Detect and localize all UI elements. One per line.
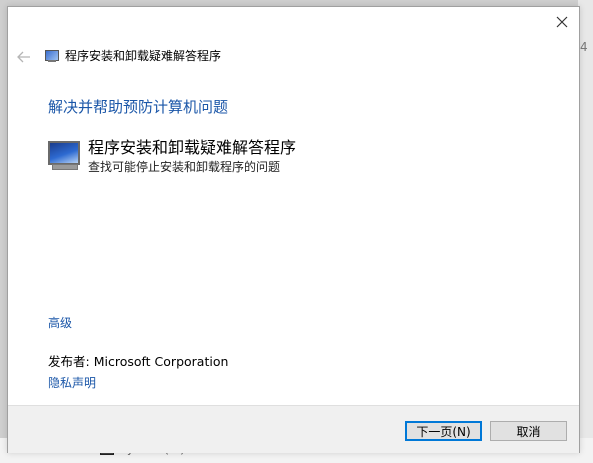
dialog-footer: 下一页(N) 取消 bbox=[8, 405, 579, 453]
background-desktop-strip bbox=[578, 0, 593, 463]
window-title-bar: 程序安装和卸载疑难解答程序 bbox=[45, 47, 221, 64]
cancel-button[interactable]: 取消 bbox=[490, 421, 567, 441]
troubleshooter-monitor-icon bbox=[48, 141, 80, 170]
advanced-link[interactable]: 高级 bbox=[48, 314, 72, 331]
close-icon bbox=[556, 16, 568, 28]
next-button[interactable]: 下一页(N) bbox=[405, 421, 482, 441]
publisher-label: 发布者: bbox=[48, 354, 90, 369]
option-title: 程序安装和卸载疑难解答程序 bbox=[88, 138, 297, 157]
option-description: 查找可能停止安装和卸载程序的问题 bbox=[88, 160, 281, 174]
troubleshooter-dialog: 程序安装和卸载疑难解答程序 解决并帮助预防计算机问题 程序安装和卸载疑难解答程序… bbox=[7, 6, 580, 453]
publisher-info: 发布者: Microsoft Corporation bbox=[48, 351, 228, 370]
troubleshooter-option[interactable]: 程序安装和卸载疑难解答程序 查找可能停止安装和卸载程序的问题 bbox=[48, 138, 296, 175]
troubleshooter-small-icon bbox=[45, 49, 59, 62]
window-title: 程序安装和卸载疑难解答程序 bbox=[65, 49, 222, 63]
publisher-value: Microsoft Corporation bbox=[93, 354, 229, 369]
page-heading: 解决并帮助预防计算机问题 bbox=[48, 98, 229, 116]
privacy-statement-link[interactable]: 隐私声明 bbox=[48, 374, 96, 391]
back-arrow-icon bbox=[17, 51, 30, 63]
background-char: 4 bbox=[580, 40, 588, 54]
close-button[interactable] bbox=[545, 7, 579, 37]
back-button[interactable] bbox=[14, 47, 34, 67]
